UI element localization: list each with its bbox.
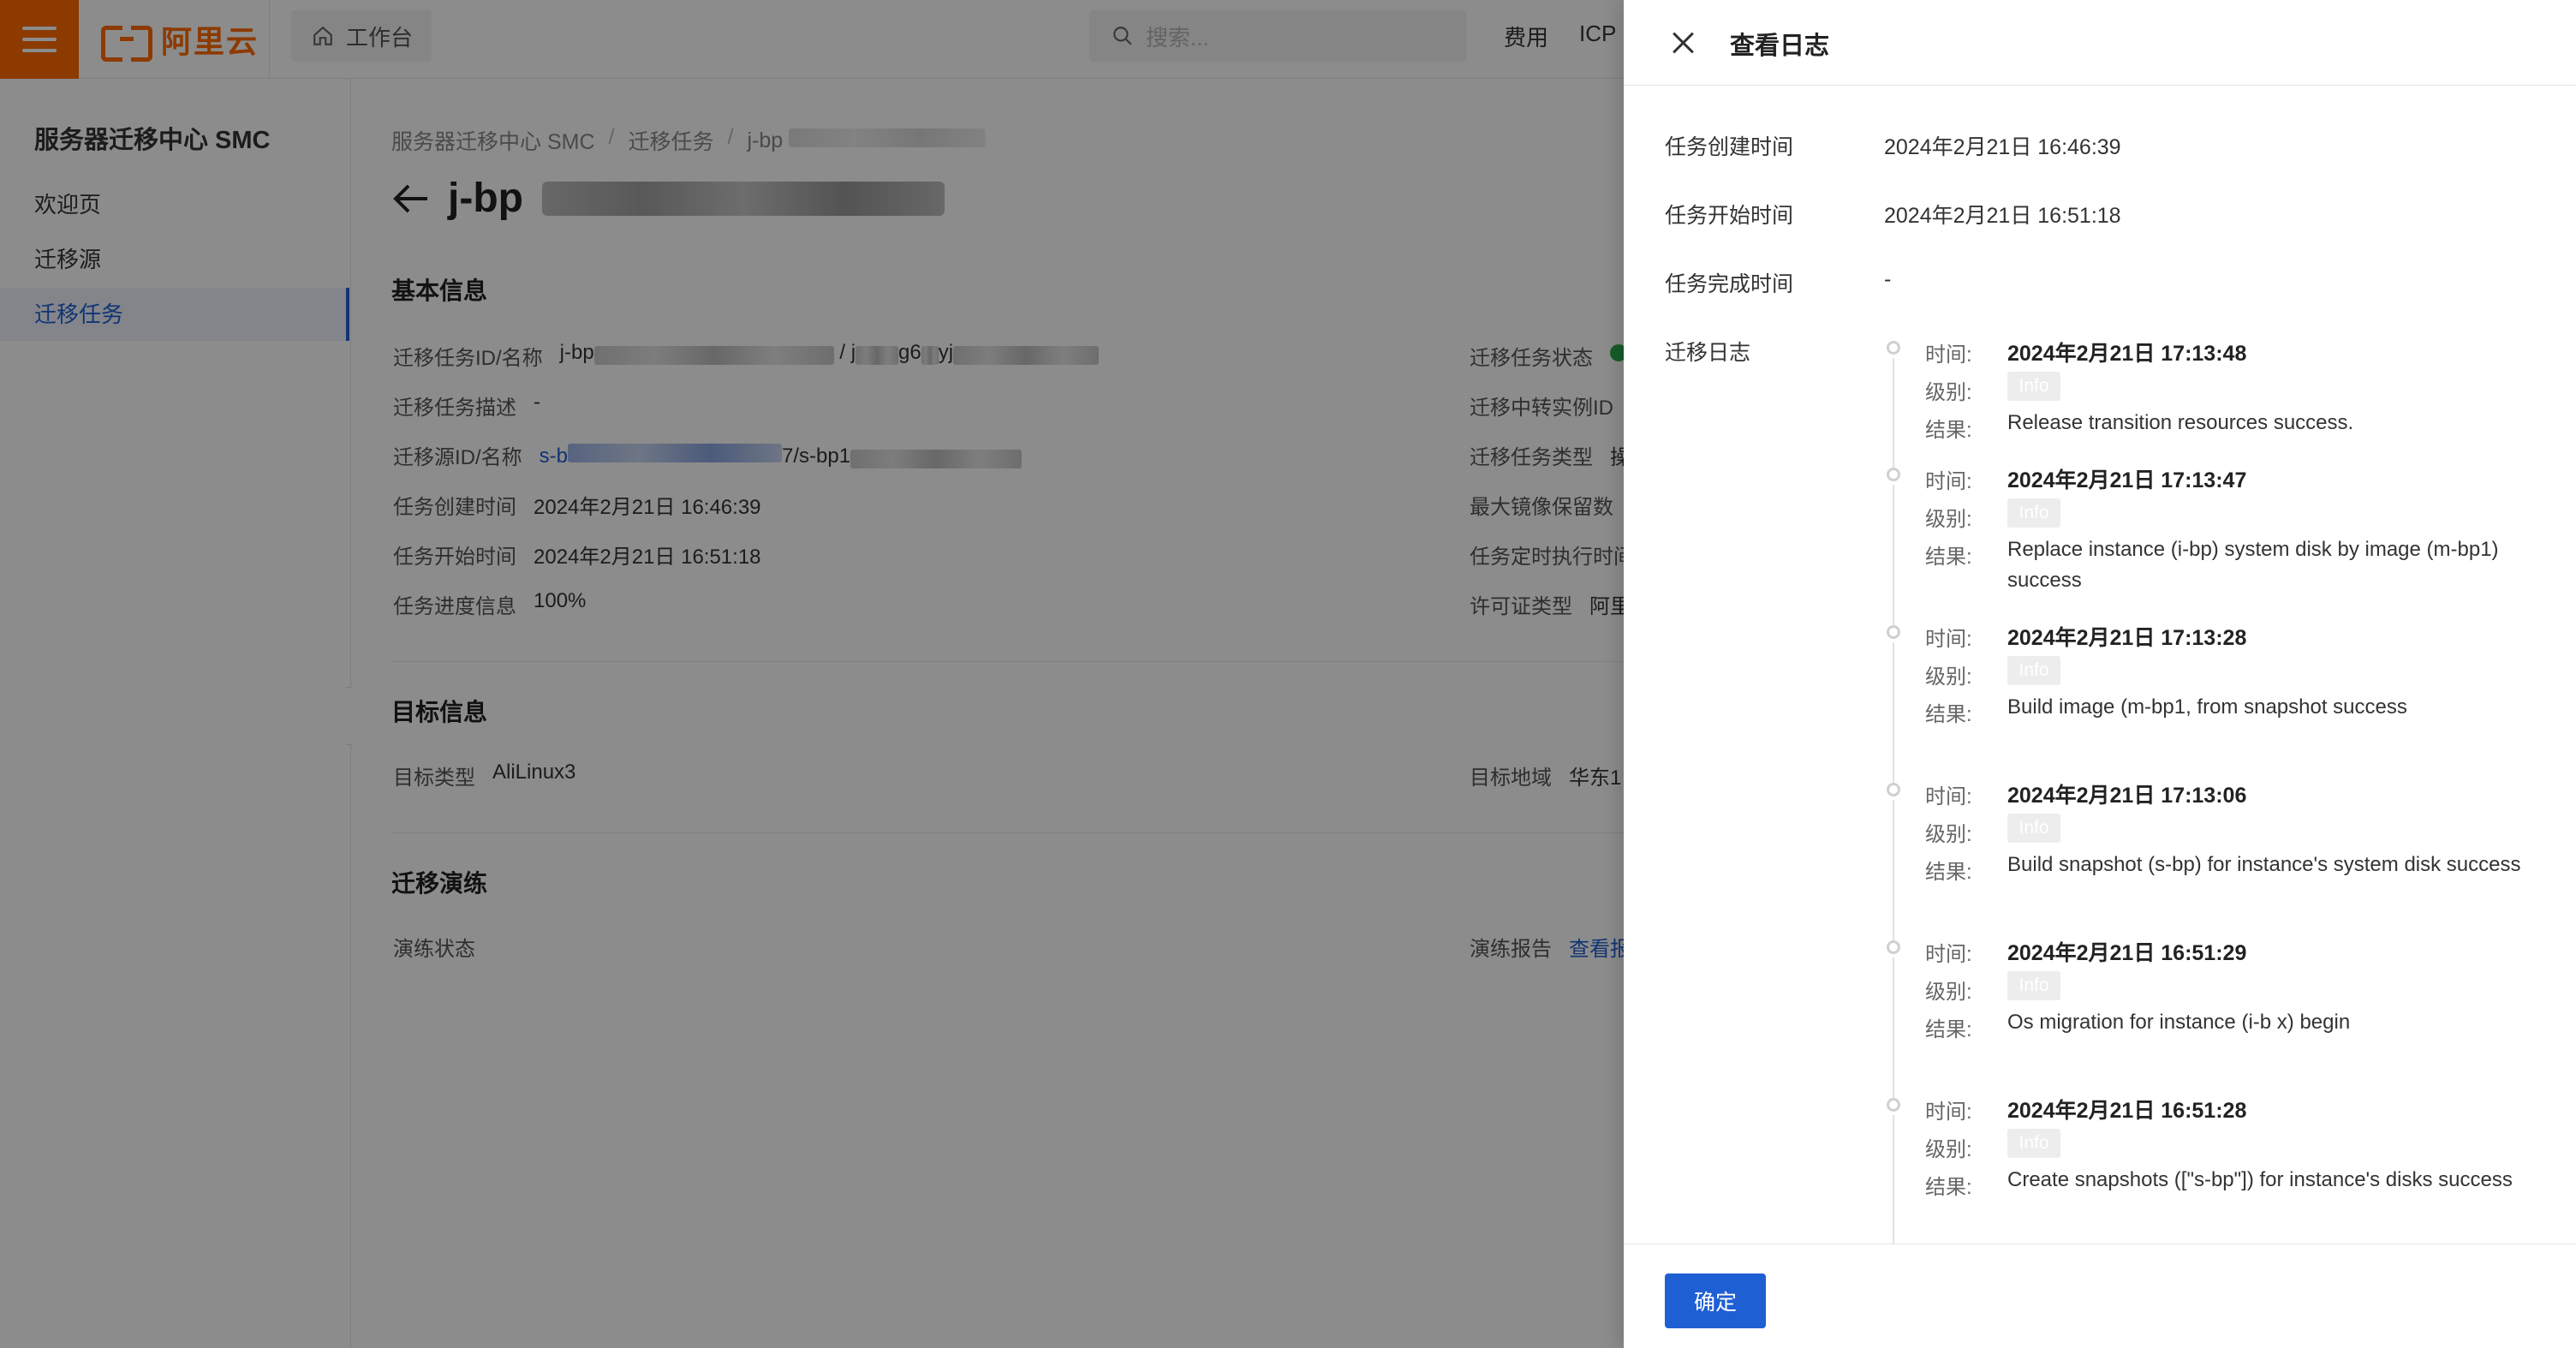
finish-time-value: -	[1884, 267, 1892, 291]
log-level-key: 级别:	[1925, 981, 1972, 1004]
log-time: 2024年2月21日 17:13:48	[2007, 342, 2247, 366]
log-drawer: 查看日志 任务创建时间 2024年2月21日 16:46:39 任务开始时间 2…	[1624, 0, 2576, 1348]
log-result-key: 结果:	[1925, 419, 1972, 442]
migration-log-label: 迁移日志	[1665, 341, 1751, 365]
log-time: 2024年2月21日 17:13:47	[2007, 468, 2247, 492]
timeline-line	[1893, 485, 1894, 625]
timeline-line	[1893, 800, 1894, 940]
start-time-label: 任务开始时间	[1665, 204, 1794, 228]
timeline-dot	[1887, 341, 1900, 355]
log-level-key: 级别:	[1925, 381, 1972, 404]
log-result: Create snapshots (["s-bp"]) for instance…	[2007, 1168, 2513, 1191]
modal-overlay[interactable]	[0, 0, 1624, 1348]
timeline-line	[1893, 957, 1894, 1098]
log-time: 2024年2月21日 16:51:28	[2007, 1099, 2247, 1123]
log-level-key: 级别:	[1925, 508, 1972, 531]
log-result-key: 结果:	[1925, 861, 1972, 884]
timeline-line	[1893, 1115, 1894, 1244]
log-result-key: 结果:	[1925, 703, 1972, 726]
log-level-badge: Info	[2007, 814, 2060, 843]
log-level-badge: Info	[2007, 372, 2060, 401]
log-level-badge: Info	[2007, 656, 2060, 685]
created-time-label: 任务创建时间	[1665, 135, 1794, 159]
log-result-key: 结果:	[1925, 546, 1972, 569]
log-result: Os migration for instance (i-b x) begin	[2007, 1011, 2351, 1034]
log-time-key: 时间:	[1925, 470, 1972, 493]
log-result: Build image (m-bp1, from snapshot succes…	[2007, 695, 2407, 719]
log-time-key: 时间:	[1925, 785, 1972, 808]
start-time-value: 2024年2月21日 16:51:18	[1884, 204, 2121, 228]
close-icon[interactable]	[1667, 26, 1701, 60]
log-level-key: 级别:	[1925, 665, 1972, 689]
log-time-key: 时间:	[1925, 343, 1972, 367]
log-result: Build snapshot (s-bp) for instance's sys…	[2007, 853, 2521, 876]
drawer-footer: 确定	[1624, 1244, 2576, 1348]
log-result-key: 结果:	[1925, 1018, 1972, 1041]
log-result-key: 结果:	[1925, 1176, 1972, 1199]
timeline-line	[1893, 642, 1894, 783]
log-time-key: 时间:	[1925, 943, 1972, 966]
created-time-value: 2024年2月21日 16:46:39	[1884, 135, 2121, 159]
log-level-badge: Info	[2007, 1129, 2060, 1158]
timeline-line	[1893, 358, 1894, 471]
timeline-dot	[1887, 468, 1900, 481]
confirm-button[interactable]: 确定	[1665, 1273, 1766, 1328]
log-time: 2024年2月21日 16:51:29	[2007, 941, 2247, 965]
timeline-dot	[1887, 783, 1900, 796]
finish-time-label: 任务完成时间	[1665, 272, 1794, 296]
log-level-key: 级别:	[1925, 1138, 1972, 1161]
log-level-badge: Info	[2007, 498, 2060, 528]
timeline-dot	[1887, 940, 1900, 954]
timeline-dot	[1887, 625, 1900, 639]
log-time: 2024年2月21日 17:13:06	[2007, 784, 2247, 808]
drawer-title: 查看日志	[1730, 33, 1830, 60]
log-level-key: 级别:	[1925, 823, 1972, 846]
timeline-dot	[1887, 1098, 1900, 1112]
log-time: 2024年2月21日 17:13:28	[2007, 626, 2247, 650]
log-time-key: 时间:	[1925, 1100, 1972, 1124]
log-result: Replace instance (i-bp) system disk by i…	[2007, 538, 2499, 592]
drawer-header: 查看日志	[1624, 0, 2576, 86]
log-level-badge: Info	[2007, 971, 2060, 1000]
log-result: Release transition resources success.	[2007, 411, 2354, 434]
log-time-key: 时间:	[1925, 628, 1972, 651]
